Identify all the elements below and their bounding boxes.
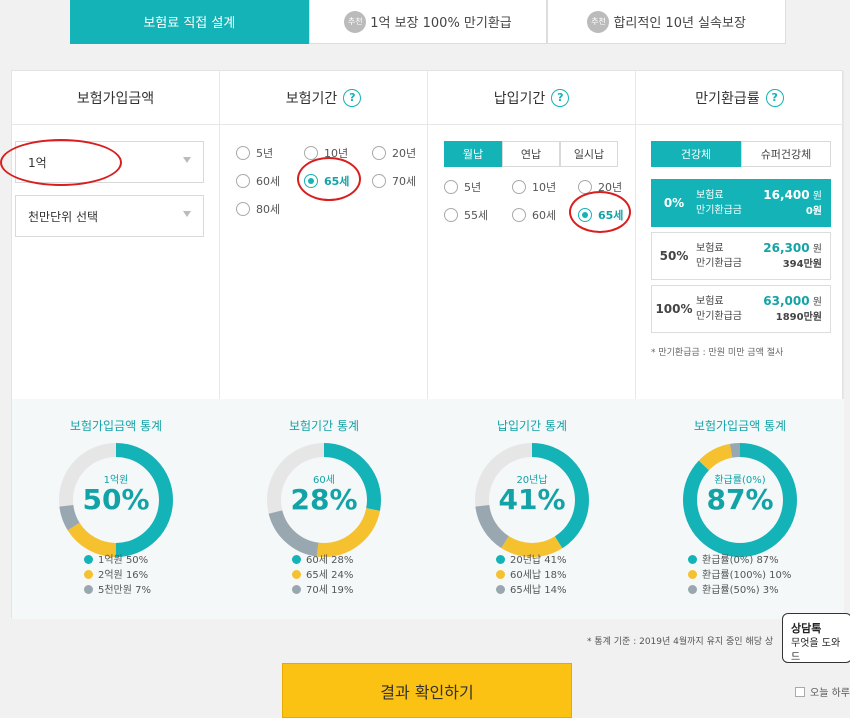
radio-icon: [372, 146, 386, 160]
legend-dot: [688, 555, 697, 564]
legend: 60세 28% 65세 24% 70세 19%: [292, 553, 353, 598]
refund-option[interactable]: 50% 보험료 만기환급금 26,300 원 394만원: [651, 232, 831, 280]
radio-icon: [512, 208, 526, 222]
legend-dot: [496, 585, 505, 594]
stats-footnote: * 통계 기준 : 2019년 4월까지 유지 중인 해당 상: [587, 637, 774, 647]
legend-dot: [84, 555, 93, 564]
tab-100-refund[interactable]: 추천 1억 보장 100% 만기환급: [308, 0, 548, 44]
legend-dot: [688, 570, 697, 579]
stats-section: 보험가입금액 통계 1억원 50% 1억원 50% 2억원 16% 5천만원 7…: [12, 399, 844, 619]
legend: 환급률(0%) 87% 환급률(100%) 10% 환급률(50%) 3%: [688, 553, 791, 598]
health-type-toggle: 건강체 슈퍼건강체: [651, 141, 831, 167]
type-healthy[interactable]: 건강체: [651, 141, 741, 167]
payment-option[interactable]: 5년: [444, 179, 481, 195]
payment-option[interactable]: 10년: [512, 179, 556, 195]
term-option[interactable]: 20년: [372, 145, 416, 161]
legend-dot: [292, 555, 301, 564]
legend-dot: [292, 570, 301, 579]
radio-icon: [444, 208, 458, 222]
type-super-healthy[interactable]: 슈퍼건강체: [741, 141, 831, 167]
refund-option-selected[interactable]: 0% 보험료 만기환급금 16,400 원 0원: [651, 179, 831, 227]
refund-option[interactable]: 100% 보험료 만기환급금 63,000 원 1890만원: [651, 285, 831, 333]
mode-yearly[interactable]: 연납: [502, 141, 560, 167]
help-icon[interactable]: ?: [551, 88, 570, 107]
radio-icon: [512, 180, 526, 194]
help-icon[interactable]: ?: [765, 88, 784, 107]
help-icon[interactable]: ?: [343, 88, 362, 107]
term-title: 보험기간?: [220, 71, 427, 125]
refund-note: * 만기환급금 : 만원 미만 금액 절사: [651, 348, 784, 358]
amount-title: 보험가입금액: [12, 71, 219, 125]
radio-icon: [236, 174, 250, 188]
radio-icon: [372, 174, 386, 188]
chat-widget[interactable]: 상담톡 무엇을 도와드: [782, 613, 850, 663]
radio-icon: [444, 180, 458, 194]
recommend-badge: 추천: [344, 10, 367, 33]
tab-10year[interactable]: 추천 합리적인 10년 실속보장: [547, 0, 787, 44]
legend-dot: [84, 585, 93, 594]
mode-monthly[interactable]: 월납: [444, 141, 502, 167]
tab-custom-design[interactable]: 보험료 직접 설계: [70, 0, 309, 44]
confirm-result-button[interactable]: 결과 확인하기: [282, 663, 572, 718]
hide-today-checkbox[interactable]: 오늘 하루: [795, 684, 850, 699]
design-card: 보험가입금액 1억 천만단위 선택 보험기간? 5년 10년 20년 60세 6…: [11, 70, 844, 619]
annotation-circle: [0, 139, 122, 186]
payment-option[interactable]: 60세: [512, 207, 556, 223]
radio-icon: [236, 146, 250, 160]
dropdown-arrow-icon: [183, 157, 191, 163]
checkbox-icon: [795, 686, 805, 697]
legend: 20년납 41% 60세납 18% 65세납 14%: [496, 553, 567, 598]
stat-block: 보험가입금액 통계 1억원 50% 1억원 50% 2억원 16% 5천만원 7…: [12, 399, 220, 619]
legend: 1억원 50% 2억원 16% 5천만원 7%: [84, 553, 151, 598]
legend-dot: [292, 585, 301, 594]
legend-dot: [84, 570, 93, 579]
stat-block: 납입기간 통계 20년납 41% 20년납 41% 60세납 18% 65세납 …: [428, 399, 636, 619]
payment-mode-toggle: 월납 연납 일시납: [444, 141, 618, 167]
amount-unit-select[interactable]: 천만단위 선택: [15, 195, 204, 237]
dropdown-arrow-icon: [183, 211, 191, 217]
legend-dot: [496, 555, 505, 564]
mode-single[interactable]: 일시납: [560, 141, 618, 167]
payment-title: 납입기간?: [428, 71, 635, 125]
legend-dot: [688, 585, 697, 594]
term-option[interactable]: 5년: [236, 145, 273, 161]
legend-dot: [496, 570, 505, 579]
term-option[interactable]: 70세: [372, 173, 416, 189]
stat-block: 보험기간 통계 60세 28% 60세 28% 65세 24% 70세 19%: [220, 399, 428, 619]
refund-title: 만기환급률?: [636, 71, 843, 125]
annotation-circle: [297, 157, 361, 201]
payment-option[interactable]: 55세: [444, 207, 488, 223]
radio-icon: [236, 202, 250, 216]
recommend-badge: 추천: [587, 10, 610, 33]
term-option[interactable]: 60세: [236, 173, 280, 189]
stat-block: 보험가입금액 통계 환급률(0%) 87% 환급률(0%) 87% 환급률(10…: [636, 399, 844, 619]
annotation-circle: [569, 191, 631, 233]
term-option[interactable]: 80세: [236, 201, 280, 217]
top-tabs: 보험료 직접 설계 추천 1억 보장 100% 만기환급 추천 합리적인 10년 실…: [70, 0, 787, 44]
